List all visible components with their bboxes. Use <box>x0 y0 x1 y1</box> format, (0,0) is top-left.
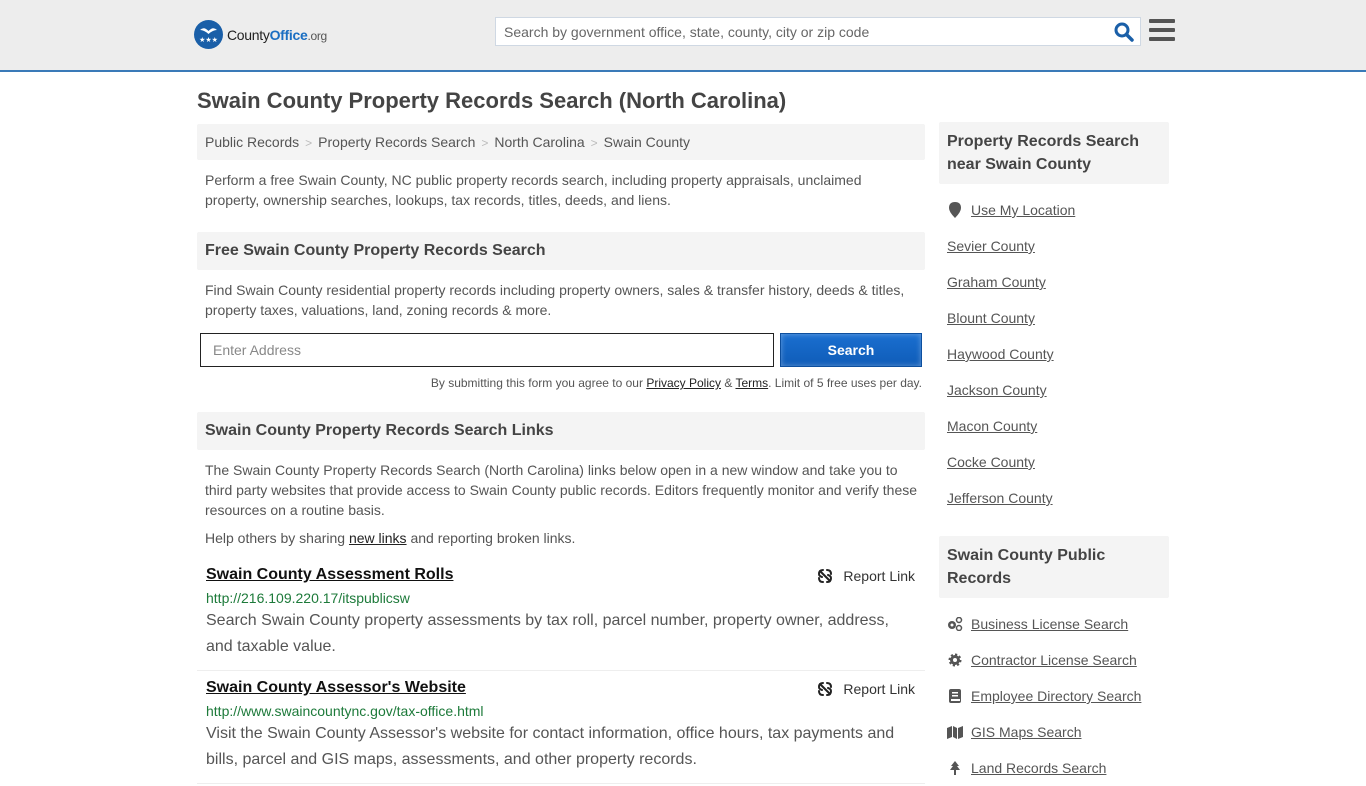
intro-text: Perform a free Swain County, NC public p… <box>205 172 862 208</box>
county-link[interactable]: Macon County <box>947 418 1037 434</box>
county-link[interactable]: Cocke County <box>947 454 1035 470</box>
broken-link-icon <box>818 682 833 696</box>
resource-link-description: Search Swain County property assessments… <box>206 612 889 655</box>
search-icon[interactable] <box>1114 22 1134 42</box>
resource-link-item: Swain County Assessor's Website Report L… <box>197 671 925 784</box>
county-link[interactable]: Sevier County <box>947 238 1035 254</box>
report-link-button[interactable]: Report Link <box>817 681 915 697</box>
terms-link[interactable]: Terms <box>735 376 768 390</box>
nearby-county-item: Jefferson County <box>947 480 1161 516</box>
public-records-heading: Swain County Public Records <box>939 536 1169 598</box>
use-my-location-link[interactable]: Use My Location <box>971 202 1075 218</box>
nearby-county-item: Macon County <box>947 408 1161 444</box>
map-icon <box>947 724 963 740</box>
public-record-item: Business License Search <box>947 606 1161 642</box>
nearby-list: Use My Location Sevier County Graham Cou… <box>939 184 1169 516</box>
county-link[interactable]: Blount County <box>947 310 1035 326</box>
gis-maps-search-link[interactable]: GIS Maps Search <box>971 724 1082 740</box>
privacy-policy-link[interactable]: Privacy Policy <box>646 376 721 390</box>
breadcrumb-swain-county[interactable]: Swain County <box>604 134 690 150</box>
broken-link-icon <box>818 569 833 583</box>
free-search-description: Find Swain County residential property r… <box>205 282 905 318</box>
resource-link-url: http://www.swaincountync.gov/tax-office.… <box>206 703 484 719</box>
land-records-search-link[interactable]: Land Records Search <box>971 760 1106 776</box>
terms-prefix: By submitting this form you agree to our <box>430 376 647 390</box>
site-logo[interactable]: ★★★ CountyOffice.org <box>194 20 327 49</box>
public-record-item: Contractor License Search <box>947 642 1161 678</box>
sidebar: Property Records Search near Swain Count… <box>939 122 1169 786</box>
breadcrumb-north-carolina[interactable]: North Carolina <box>494 134 584 150</box>
free-search-heading: Free Swain County Property Records Searc… <box>197 232 925 270</box>
breadcrumb-separator: > <box>305 136 313 150</box>
breadcrumb-separator: > <box>590 136 598 150</box>
public-record-item: Employee Directory Search <box>947 678 1161 714</box>
nearby-county-item: Blount County <box>947 300 1161 336</box>
logo-wordmark: CountyOffice.org <box>227 26 327 43</box>
terms-notice: By submitting this form you agree to our… <box>197 376 925 390</box>
svg-text:★★★: ★★★ <box>199 36 218 44</box>
county-link[interactable]: Jefferson County <box>947 490 1053 506</box>
address-input[interactable] <box>200 333 774 367</box>
new-links-link[interactable]: new links <box>349 530 407 546</box>
main-content: Public Records > Property Records Search > N… <box>197 124 925 784</box>
nearby-county-item: Haywood County <box>947 336 1161 372</box>
eagle-logo-icon: ★★★ <box>194 20 223 49</box>
nearby-county-item: Cocke County <box>947 444 1161 480</box>
report-link-button[interactable]: Report Link <box>817 568 915 584</box>
use-location-item: Use My Location <box>947 192 1161 228</box>
report-link-label: Report Link <box>843 681 915 697</box>
resource-link-item: Swain County Assessment Rolls Report Lin… <box>197 558 925 671</box>
map-marker-icon <box>947 202 963 218</box>
breadcrumb: Public Records > Property Records Search > N… <box>197 124 925 160</box>
breadcrumb-public-records[interactable]: Public Records <box>205 134 299 150</box>
county-link[interactable]: Haywood County <box>947 346 1054 362</box>
site-header: ★★★ CountyOffice.org <box>0 0 1366 72</box>
employee-directory-search-link[interactable]: Employee Directory Search <box>971 688 1141 704</box>
site-search <box>495 17 1141 46</box>
nearby-county-item: Sevier County <box>947 228 1161 264</box>
help-suffix: and reporting broken links. <box>406 530 576 546</box>
terms-suffix: . Limit of 5 free uses per day. <box>768 376 922 390</box>
terms-amp: & <box>721 376 736 390</box>
nearby-heading: Property Records Search near Swain Count… <box>939 122 1169 184</box>
cogs-icon <box>947 616 963 632</box>
hamburger-menu-icon[interactable] <box>1149 19 1175 42</box>
address-search-form: Search <box>197 333 925 367</box>
tree-icon <box>947 760 963 776</box>
resource-link-title[interactable]: Swain County Assessment Rolls <box>206 566 453 584</box>
public-records-list: Business License Search Contractor Licen… <box>939 598 1169 786</box>
report-link-label: Report Link <box>843 568 915 584</box>
county-link[interactable]: Jackson County <box>947 382 1047 398</box>
gear-icon <box>947 652 963 668</box>
help-prefix: Help others by sharing <box>205 530 349 546</box>
breadcrumb-separator: > <box>481 136 489 150</box>
breadcrumb-property-records-search[interactable]: Property Records Search <box>318 134 475 150</box>
nearby-county-item: Jackson County <box>947 372 1161 408</box>
public-record-item: GIS Maps Search <box>947 714 1161 750</box>
county-link[interactable]: Graham County <box>947 274 1046 290</box>
address-search-button[interactable]: Search <box>780 333 922 367</box>
contractor-license-search-link[interactable]: Contractor License Search <box>971 652 1137 668</box>
resource-link-title[interactable]: Swain County Assessor's Website <box>206 679 466 697</box>
links-description: The Swain County Property Records Search… <box>205 462 918 518</box>
resource-link-description: Visit the Swain County Assessor's websit… <box>206 725 895 768</box>
site-search-input[interactable] <box>496 18 1096 45</box>
resource-link-url: http://216.109.220.17/itspublicsw <box>206 590 410 606</box>
public-record-item: Land Records Search <box>947 750 1161 786</box>
page-title: Swain County Property Records Search (No… <box>197 88 787 113</box>
links-section-heading: Swain County Property Records Search Lin… <box>197 412 925 450</box>
help-text: Help others by sharing new links and rep… <box>197 520 925 546</box>
book-icon <box>947 688 963 704</box>
business-license-search-link[interactable]: Business License Search <box>971 616 1128 632</box>
nearby-county-item: Graham County <box>947 264 1161 300</box>
